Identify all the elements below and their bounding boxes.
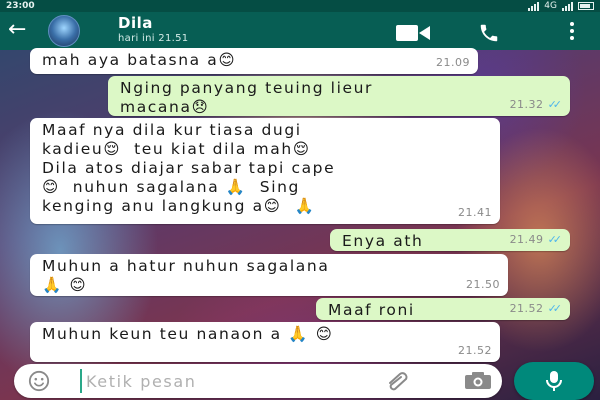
message-text-line: kenging anu langkung a😊 🙏 bbox=[42, 197, 316, 215]
message-text-line: macana😞 bbox=[120, 98, 210, 116]
message-text-line: Muhun a hatur nuhun sagalana bbox=[42, 257, 330, 275]
message-time: 21.52 bbox=[509, 302, 544, 315]
microphone-icon bbox=[546, 371, 562, 391]
signal-icon-2 bbox=[562, 1, 573, 11]
message-time: 21.52 bbox=[458, 344, 492, 357]
message-time: 21.49 bbox=[509, 233, 544, 246]
message-meta: 21.49 ✓✓ bbox=[509, 230, 563, 249]
message-bubble-incoming[interactable]: Maaf nya dila kur tiasa dugi kadieu😌 teu… bbox=[30, 118, 500, 224]
message-text-line: Dila atos diajar sabar tapi cape bbox=[42, 159, 336, 177]
message-meta: 21.52 bbox=[458, 341, 492, 360]
video-call-icon[interactable] bbox=[396, 24, 430, 42]
message-text-line: Maaf nya dila kur tiasa dugi bbox=[42, 121, 302, 139]
message-meta: 21.09 bbox=[436, 53, 470, 72]
read-receipt-icon: ✓✓ bbox=[547, 233, 563, 246]
contact-name[interactable]: Dila bbox=[118, 14, 153, 32]
message-input[interactable] bbox=[80, 369, 360, 393]
message-composer bbox=[14, 364, 502, 398]
emoji-icon[interactable] bbox=[28, 370, 50, 392]
message-bubble-incoming[interactable]: Muhun keun teu nanaon a 🙏 😊 21.52 bbox=[30, 322, 500, 362]
read-receipt-icon: ✓✓ bbox=[547, 302, 563, 315]
message-meta: 21.50 bbox=[466, 275, 500, 294]
battery-icon bbox=[578, 2, 594, 10]
status-indicators: 4G bbox=[528, 0, 594, 12]
message-bubble-outgoing[interactable]: Maaf roni 21.52 ✓✓ bbox=[316, 298, 570, 320]
message-bubble-outgoing[interactable]: Nging panyang teuing lieur macana😞 21.32… bbox=[108, 76, 570, 116]
message-text-line: Nging panyang teuing lieur bbox=[120, 79, 374, 97]
message-time: 21.41 bbox=[458, 206, 492, 219]
last-seen-status: hari ini 21.51 bbox=[118, 33, 189, 44]
message-meta: 21.32 ✓✓ bbox=[509, 95, 563, 114]
message-bubble-incoming[interactable]: Muhun a hatur nuhun sagalana 🙏 😊 21.50 bbox=[30, 254, 508, 296]
camera-icon[interactable] bbox=[464, 372, 492, 390]
read-receipt-icon: ✓✓ bbox=[547, 98, 563, 111]
message-meta: 21.52 ✓✓ bbox=[509, 299, 563, 318]
voice-record-button[interactable] bbox=[514, 362, 594, 400]
message-bubble-outgoing[interactable]: Enya ath 21.49 ✓✓ bbox=[330, 229, 570, 251]
network-type: 4G bbox=[544, 1, 557, 11]
avatar[interactable] bbox=[48, 15, 80, 47]
message-text-line: kadieu😌 teu kiat dila mah😌 bbox=[42, 140, 311, 158]
overflow-menu-icon[interactable] bbox=[568, 20, 576, 44]
message-time: 21.32 bbox=[509, 98, 544, 111]
status-time: 23:00 bbox=[6, 1, 35, 11]
message-time: 21.09 bbox=[436, 56, 470, 69]
chat-header: ← Dila hari ini 21.51 bbox=[0, 12, 600, 50]
phone-call-icon[interactable] bbox=[478, 22, 500, 44]
message-text-line: 🙏 😊 bbox=[42, 276, 88, 294]
message-text: Muhun keun teu nanaon a 🙏 😊 bbox=[42, 325, 334, 343]
message-time: 21.50 bbox=[466, 278, 500, 291]
message-bubble-incoming[interactable]: mah aya batasna a😊 21.09 bbox=[30, 48, 478, 74]
message-text-line: 😊 nuhun sagalana 🙏 Sing bbox=[42, 178, 300, 196]
attachment-paperclip-icon[interactable] bbox=[386, 371, 410, 391]
message-meta: 21.41 bbox=[458, 203, 492, 222]
back-arrow-icon[interactable]: ← bbox=[8, 16, 26, 44]
signal-icon bbox=[528, 1, 540, 11]
message-text: mah aya batasna a😊 bbox=[42, 51, 237, 69]
status-bar: 23:00 4G bbox=[0, 0, 600, 12]
